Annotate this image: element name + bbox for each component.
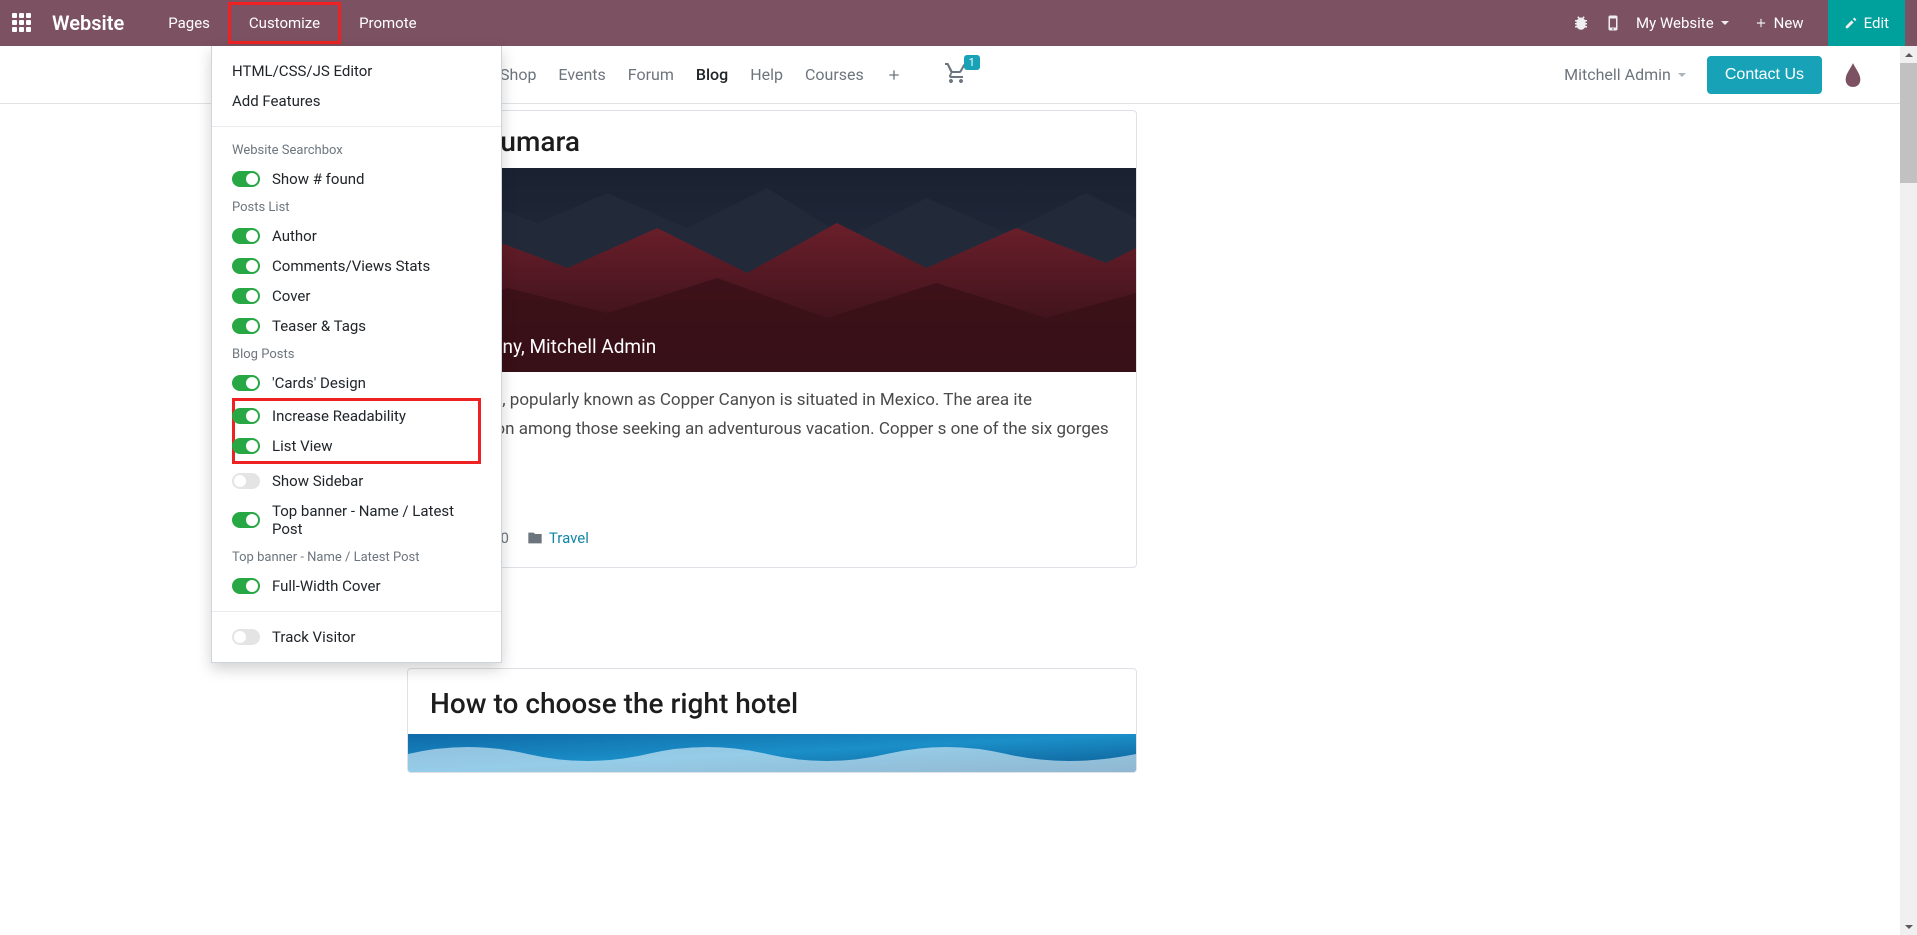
toggle-cards-design[interactable]: 'Cards' Design [212, 368, 501, 398]
teaser-text: rahumara, popularly known as Copper Cany… [430, 390, 1109, 468]
toggle-label: Full-Width Cover [272, 577, 381, 595]
toggle-switch [232, 578, 260, 594]
post-title: Tarahumara [408, 111, 1136, 168]
nav-help[interactable]: Help [750, 65, 783, 84]
pencil-icon [1844, 16, 1858, 30]
post-category[interactable]: Travel [527, 529, 589, 547]
blog-post-card[interactable]: How to choose the right hotel [407, 668, 1137, 773]
apps-icon[interactable] [12, 13, 32, 33]
toggle-show-sidebar[interactable]: Show Sidebar [212, 466, 501, 496]
contact-us-button[interactable]: Contact Us [1707, 56, 1822, 94]
toggle-show-found[interactable]: Show # found [212, 164, 501, 194]
caret-down-icon [1720, 18, 1730, 28]
toggle-label: Comments/Views Stats [272, 257, 430, 275]
toggle-switch [232, 258, 260, 274]
scroll-down-icon[interactable] [1900, 918, 1917, 935]
toggle-track-visitor[interactable]: Track Visitor [212, 622, 501, 652]
drop-icon [1842, 61, 1864, 89]
toggle-label: Show Sidebar [272, 472, 363, 490]
nav-shop[interactable]: Shop [500, 65, 536, 84]
toggle-label: Increase Readability [272, 407, 406, 425]
toggle-switch [232, 408, 260, 424]
user-dropdown[interactable]: Mitchell Admin [1564, 65, 1687, 84]
toggle-teaser-tags[interactable]: Teaser & Tags [212, 311, 501, 341]
app-brand[interactable]: Website [52, 11, 124, 35]
new-label: New [1774, 14, 1804, 32]
cover-image [408, 734, 1136, 772]
nav-courses[interactable]: Courses [805, 65, 864, 84]
nav-events[interactable]: Events [558, 65, 605, 84]
toggle-author[interactable]: Author [212, 221, 501, 251]
toggle-switch [232, 318, 260, 334]
toggle-switch [232, 228, 260, 244]
post-cover: ompany, Mitchell Admin [408, 168, 1136, 372]
toggle-increase-readability[interactable]: Increase Readability [235, 401, 478, 431]
caret-down-icon [1677, 70, 1687, 80]
dp-header-top-banner: Top banner - Name / Latest Post [212, 544, 501, 571]
dp-header-blog-posts: Blog Posts [212, 341, 501, 368]
blog-post-card[interactable]: Tarahumara ompany, Mitchell Admin [407, 110, 1137, 568]
toggle-comments-views[interactable]: Comments/Views Stats [212, 251, 501, 281]
toggle-switch [232, 629, 260, 645]
menu-customize[interactable]: Customize [228, 2, 341, 44]
toggle-label: List View [272, 437, 333, 455]
toggle-list-view[interactable]: List View [235, 431, 478, 461]
my-website-label: My Website [1636, 14, 1714, 32]
site-nav: Shop Events Forum Blog Help Courses 1 [500, 61, 968, 89]
folder-icon [527, 530, 543, 546]
nav-add-icon[interactable] [886, 67, 902, 83]
toggle-label: Show # found [272, 170, 364, 188]
nav-forum[interactable]: Forum [628, 65, 674, 84]
toggle-switch [232, 288, 260, 304]
my-website-dropdown[interactable]: My Website [1636, 14, 1730, 32]
highlighted-toggles: Increase Readability List View [232, 398, 481, 464]
nav-blog[interactable]: Blog [696, 65, 728, 84]
dp-header-searchbox: Website Searchbox [212, 137, 501, 164]
scroll-up-icon[interactable] [1900, 46, 1917, 63]
toggle-cover[interactable]: Cover [212, 281, 501, 311]
menu-promote[interactable]: Promote [341, 2, 435, 44]
dp-header-posts-list: Posts List [212, 194, 501, 221]
edit-label: Edit [1864, 14, 1889, 32]
dp-html-editor[interactable]: HTML/CSS/JS Editor [212, 56, 501, 86]
scrollbar[interactable] [1900, 46, 1917, 935]
toggle-switch [232, 512, 260, 528]
edit-button[interactable]: Edit [1828, 0, 1905, 46]
mobile-icon[interactable] [1604, 14, 1622, 32]
toggle-label: Track Visitor [272, 628, 356, 646]
top-toolbar: Website Pages Customize Promote My Websi… [0, 0, 1917, 46]
user-name: Mitchell Admin [1564, 65, 1671, 84]
cart-count-badge: 1 [964, 55, 980, 70]
menu-pages[interactable]: Pages [150, 2, 228, 44]
new-button[interactable]: New [1744, 14, 1814, 32]
top-menu: Pages Customize Promote [150, 2, 434, 44]
toggle-label: Cover [272, 287, 310, 305]
toggle-label: Teaser & Tags [272, 317, 366, 335]
bug-icon[interactable] [1572, 14, 1590, 32]
toggle-switch [232, 438, 260, 454]
toggle-top-banner[interactable]: Top banner - Name / Latest Post [212, 496, 501, 544]
cart-button[interactable]: 1 [944, 61, 968, 89]
post-meta: 2 0 Travel [408, 529, 1136, 567]
post-cover [408, 734, 1136, 772]
scroll-thumb[interactable] [1900, 63, 1917, 183]
post-title: How to choose the right hotel [408, 669, 1136, 734]
category-label: Travel [549, 529, 589, 547]
toggle-label: Author [272, 227, 317, 245]
customize-dropdown: HTML/CSS/JS Editor Add Features Website … [211, 46, 502, 663]
toggle-label: Top banner - Name / Latest Post [272, 502, 481, 538]
toggle-switch [232, 171, 260, 187]
toggle-switch [232, 375, 260, 391]
toggle-label: 'Cards' Design [272, 374, 366, 392]
toggle-switch [232, 473, 260, 489]
post-teaser: rahumara, popularly known as Copper Cany… [408, 372, 1136, 529]
dp-add-features[interactable]: Add Features [212, 86, 501, 116]
plus-icon [1754, 16, 1768, 30]
toggle-full-width-cover[interactable]: Full-Width Cover [212, 571, 501, 601]
